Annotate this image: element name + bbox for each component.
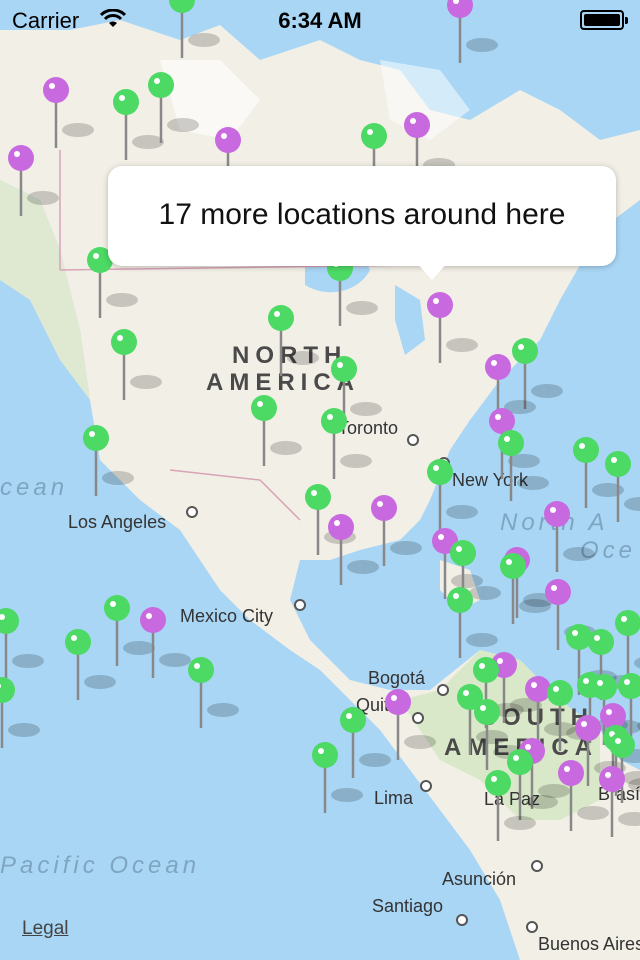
city-label-asuncion: Asunción bbox=[442, 869, 516, 889]
city-label-mexico-city: Mexico City bbox=[180, 606, 273, 626]
status-bar: Carrier 6:34 AM bbox=[0, 0, 640, 40]
city-label-buenos-aires: Buenos Aires bbox=[538, 934, 640, 954]
map-view[interactable]: NORTH AMERICA SOUTH AMERICA cean North A… bbox=[0, 0, 640, 960]
ocean-label-pacific-left: cean bbox=[0, 474, 68, 501]
battery-icon bbox=[580, 10, 628, 30]
city-label-lima: Lima bbox=[374, 788, 414, 808]
city-label-los-angeles: Los Angeles bbox=[68, 512, 166, 532]
city-label-santiago: Santiago bbox=[372, 896, 443, 916]
legal-link[interactable]: Legal bbox=[22, 918, 69, 940]
cluster-callout[interactable]: 17 more locations around here bbox=[108, 166, 616, 280]
city-label-bogota: Bogotá bbox=[368, 668, 426, 688]
callout-text: 17 more locations around here bbox=[158, 198, 566, 231]
ocean-label-south-pacific: Pacific Ocean bbox=[0, 852, 200, 879]
clock: 6:34 AM bbox=[278, 8, 362, 33]
callout-pointer bbox=[418, 264, 446, 280]
city-label-new-york: New York bbox=[452, 470, 529, 490]
city-label-toronto: Toronto bbox=[338, 418, 398, 438]
